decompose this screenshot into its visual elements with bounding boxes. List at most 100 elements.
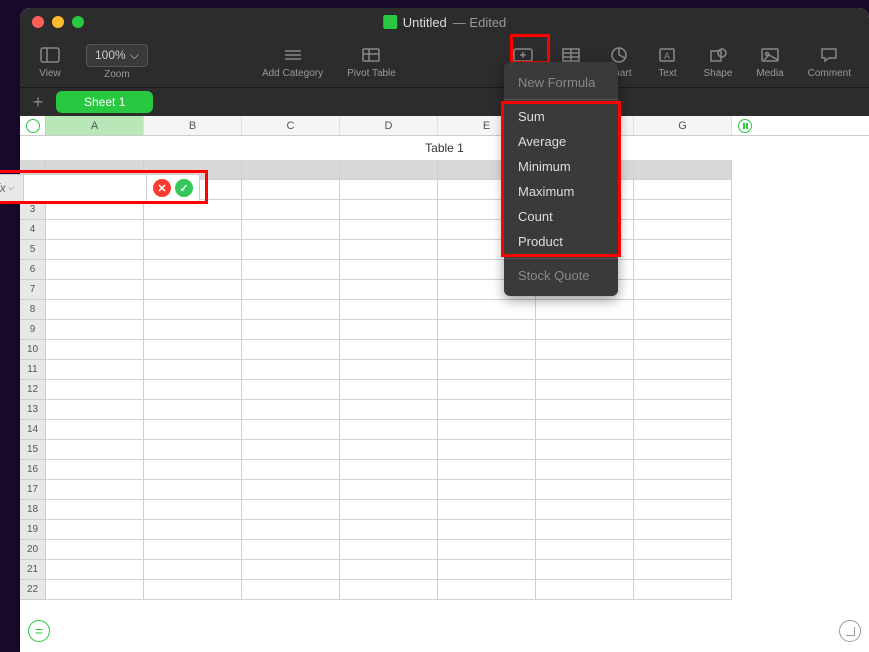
cell[interactable] <box>46 380 144 400</box>
cell[interactable] <box>242 540 340 560</box>
cell[interactable] <box>340 580 438 600</box>
cell[interactable] <box>242 480 340 500</box>
minimize-window-icon[interactable] <box>52 16 64 28</box>
cell[interactable] <box>536 360 634 380</box>
cell[interactable] <box>536 480 634 500</box>
cell[interactable] <box>144 480 242 500</box>
cell[interactable] <box>340 160 438 180</box>
cell[interactable] <box>340 240 438 260</box>
cell[interactable] <box>46 240 144 260</box>
cell[interactable] <box>144 520 242 540</box>
row-header[interactable]: 14 <box>20 420 46 440</box>
col-header-d[interactable]: D <box>340 116 438 135</box>
cell[interactable] <box>634 440 732 460</box>
cell[interactable] <box>634 400 732 420</box>
cell[interactable] <box>242 360 340 380</box>
cell[interactable] <box>46 420 144 440</box>
cell[interactable] <box>46 340 144 360</box>
cell[interactable] <box>340 380 438 400</box>
cell[interactable] <box>242 580 340 600</box>
cell[interactable] <box>46 500 144 520</box>
comment-button[interactable]: Comment <box>798 44 861 79</box>
cell[interactable] <box>340 520 438 540</box>
cell[interactable] <box>536 320 634 340</box>
menu-sum[interactable]: Sum <box>504 104 618 129</box>
cell[interactable] <box>144 580 242 600</box>
cell[interactable] <box>46 460 144 480</box>
cell[interactable] <box>46 280 144 300</box>
cell[interactable] <box>242 440 340 460</box>
cell[interactable] <box>242 320 340 340</box>
close-window-icon[interactable] <box>32 16 44 28</box>
cell[interactable] <box>536 520 634 540</box>
cell[interactable] <box>634 200 732 220</box>
cell[interactable] <box>46 560 144 580</box>
cell[interactable] <box>634 260 732 280</box>
cell[interactable] <box>144 380 242 400</box>
menu-product[interactable]: Product <box>504 229 618 254</box>
cell[interactable] <box>242 380 340 400</box>
cell[interactable] <box>242 300 340 320</box>
cell[interactable] <box>536 500 634 520</box>
cell[interactable] <box>438 420 536 440</box>
row-header[interactable]: 17 <box>20 480 46 500</box>
col-header-g[interactable]: G <box>634 116 732 135</box>
cell[interactable] <box>340 180 438 200</box>
cell[interactable] <box>438 340 536 360</box>
row-header[interactable]: 7 <box>20 280 46 300</box>
cell[interactable] <box>634 320 732 340</box>
cell[interactable] <box>46 260 144 280</box>
row-header[interactable]: 3 <box>20 200 46 220</box>
cell[interactable] <box>634 220 732 240</box>
formula-accept-button[interactable]: ✓ <box>175 179 193 197</box>
cell[interactable] <box>634 560 732 580</box>
col-header-c[interactable]: C <box>242 116 340 135</box>
cell[interactable] <box>634 360 732 380</box>
cell[interactable] <box>634 340 732 360</box>
cell[interactable] <box>438 480 536 500</box>
cell[interactable] <box>340 320 438 340</box>
cell[interactable] <box>144 360 242 380</box>
cell[interactable] <box>242 520 340 540</box>
row-header[interactable]: 8 <box>20 300 46 320</box>
cell[interactable] <box>46 220 144 240</box>
zoom-control[interactable]: 100% ⌵ Zoom <box>76 44 158 80</box>
menu-stock-quote[interactable]: Stock Quote <box>504 263 618 288</box>
menu-maximum[interactable]: Maximum <box>504 179 618 204</box>
cell[interactable] <box>242 260 340 280</box>
cell[interactable] <box>144 260 242 280</box>
cell[interactable] <box>46 300 144 320</box>
cell[interactable] <box>46 520 144 540</box>
cell[interactable] <box>438 320 536 340</box>
text-button[interactable]: A Text <box>645 44 689 79</box>
cell[interactable] <box>438 380 536 400</box>
cell[interactable] <box>340 500 438 520</box>
resize-corner-button[interactable] <box>839 620 861 642</box>
row-header[interactable]: 11 <box>20 360 46 380</box>
cell[interactable] <box>46 540 144 560</box>
cell[interactable] <box>340 400 438 420</box>
cell[interactable] <box>242 420 340 440</box>
cell[interactable] <box>536 340 634 360</box>
cell[interactable] <box>46 360 144 380</box>
select-all-corner[interactable] <box>20 116 46 135</box>
cell[interactable] <box>46 440 144 460</box>
row-header[interactable]: 12 <box>20 380 46 400</box>
row-header[interactable]: 10 <box>20 340 46 360</box>
cell[interactable] <box>242 200 340 220</box>
cell[interactable] <box>634 500 732 520</box>
cell[interactable] <box>340 480 438 500</box>
cell[interactable] <box>536 540 634 560</box>
cell[interactable] <box>438 560 536 580</box>
pivot-table-button[interactable]: Pivot Table <box>337 44 406 79</box>
cell[interactable] <box>242 240 340 260</box>
cell[interactable] <box>536 400 634 420</box>
cell[interactable] <box>144 500 242 520</box>
cell[interactable] <box>144 280 242 300</box>
row-header[interactable]: 18 <box>20 500 46 520</box>
row-header[interactable]: 5 <box>20 240 46 260</box>
cell[interactable] <box>242 280 340 300</box>
row-header[interactable]: 16 <box>20 460 46 480</box>
cell[interactable] <box>634 520 732 540</box>
add-category-button[interactable]: Add Category <box>252 44 333 79</box>
